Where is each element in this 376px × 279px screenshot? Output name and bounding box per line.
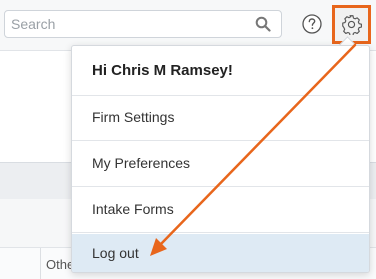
table-cell: Othe: [46, 257, 75, 272]
search-box[interactable]: [4, 10, 282, 38]
menu-item-intake-forms[interactable]: Intake Forms: [72, 188, 369, 233]
menu-item-my-preferences[interactable]: My Preferences: [72, 142, 369, 187]
column-divider: [40, 248, 41, 279]
menu-item-log-out[interactable]: Log out: [72, 234, 369, 272]
menu-item-firm-settings[interactable]: Firm Settings: [72, 96, 369, 141]
search-icon[interactable]: [255, 16, 271, 32]
search-input[interactable]: [11, 15, 251, 33]
settings-dropdown-menu: Hi Chris M Ramsey! Firm Settings My Pref…: [71, 45, 370, 273]
gear-icon: [342, 15, 362, 35]
user-greeting: Hi Chris M Ramsey!: [72, 46, 369, 96]
help-icon[interactable]: [302, 14, 322, 34]
settings-button[interactable]: [332, 5, 371, 44]
